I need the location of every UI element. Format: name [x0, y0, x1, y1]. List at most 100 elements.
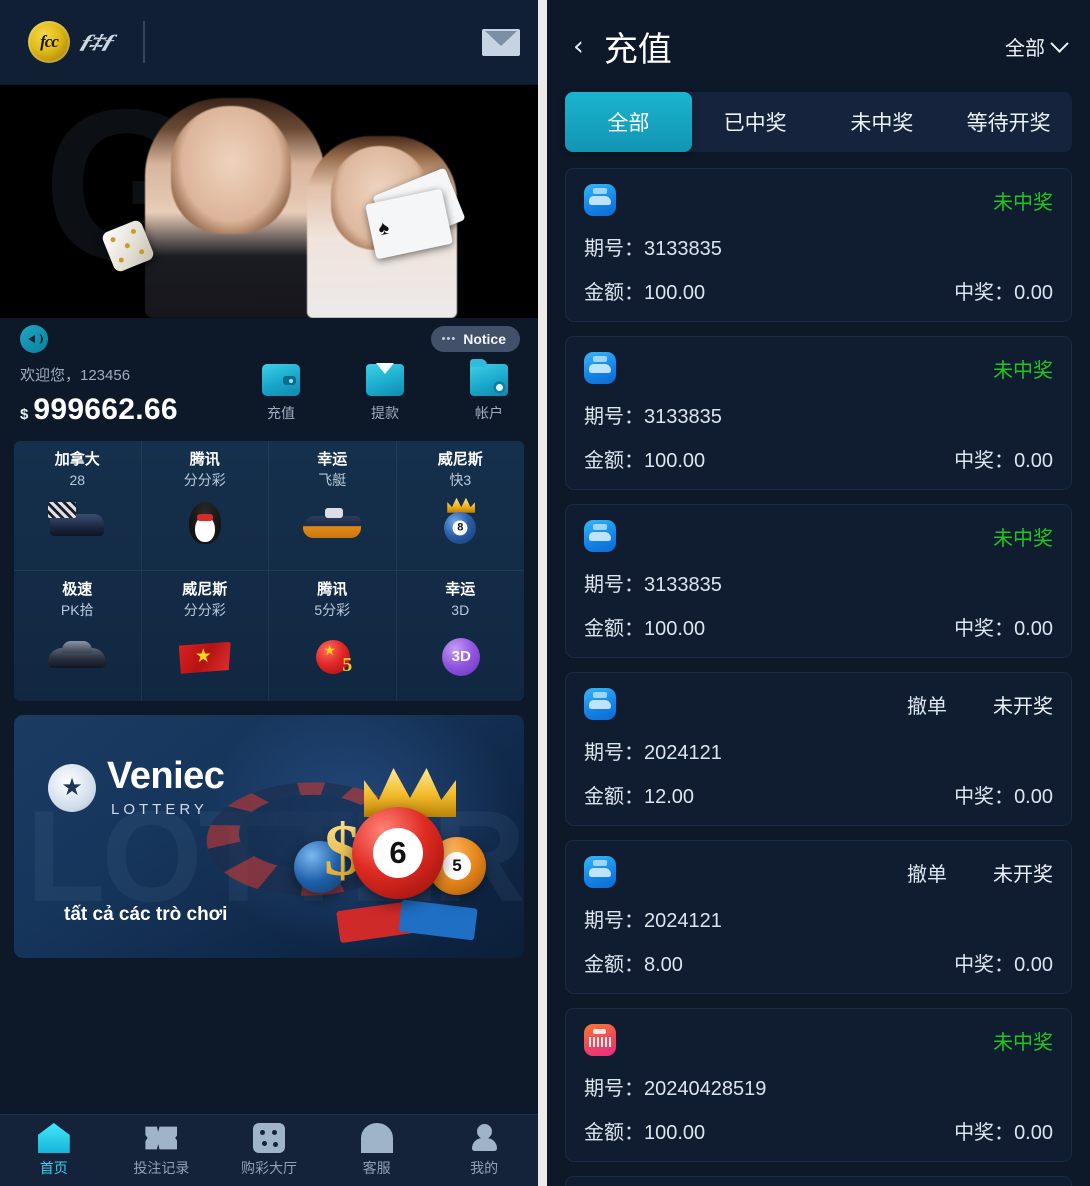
- status-badge: 未中奖: [993, 191, 1053, 214]
- tab-all[interactable]: 全部: [565, 92, 692, 152]
- nav-label: 首页: [39, 1160, 68, 1176]
- app-header: ƒ‡ƒ: [0, 0, 538, 85]
- win-label: 中奖：: [954, 954, 1015, 976]
- ticket-icon: [145, 1126, 178, 1150]
- win-text: 中奖：0.00: [954, 612, 1053, 641]
- nav-item-bet-records[interactable]: 投注记录: [108, 1123, 216, 1178]
- nav-label: 客服: [362, 1160, 391, 1176]
- coin-logo-icon: [28, 21, 70, 63]
- hero-model-left: [145, 98, 325, 318]
- bet-record-row[interactable]: 撤单 未开奖 期号：2024121 金额：12.00 中奖：0.00: [565, 672, 1072, 826]
- bottom-navigation: 首页 投注记录 购彩大厅 客服 我的: [0, 1114, 538, 1186]
- panel-divider: [538, 0, 547, 1186]
- win-label: 中奖：: [954, 618, 1015, 640]
- period-text: 期号：3133835: [584, 568, 1053, 597]
- game-tile-venice-ffc[interactable]: 威尼斯 分分彩: [142, 571, 269, 701]
- quick-action-label: 提款: [371, 405, 399, 421]
- nav-item-home[interactable]: 首页: [0, 1123, 108, 1178]
- amount-text: 金额：100.00: [584, 1116, 705, 1145]
- status-badge: 未中奖: [993, 1031, 1053, 1054]
- nav-item-mine[interactable]: 我的: [430, 1123, 538, 1178]
- win-text: 中奖：0.00: [954, 780, 1053, 809]
- notice-button[interactable]: ••• Notice: [430, 326, 520, 352]
- game-subtitle: 快3: [449, 471, 472, 488]
- period-label: 期号：: [584, 910, 644, 932]
- amount-text: 金额：8.00: [584, 948, 683, 977]
- playing-cards-icon: [365, 167, 466, 260]
- bet-record-row[interactable]: 撤单 未开奖 期号：2024121 金额：8.00 中奖：0.00: [565, 840, 1072, 994]
- win-text: 中奖：0.00: [954, 1116, 1053, 1145]
- tab-lost[interactable]: 未中奖: [819, 92, 946, 152]
- game-tile-canada28[interactable]: 加拿大 28: [14, 441, 142, 571]
- bet-records-list: 未中奖 期号：3133835 金额：100.00 中奖：0.00 未中奖 期号：…: [547, 152, 1090, 1186]
- win-value: 0.00: [1014, 1122, 1053, 1144]
- tab-pending[interactable]: 等待开奖: [945, 92, 1072, 152]
- notice-label: Notice: [463, 331, 506, 347]
- game-tile-venice-k3[interactable]: 威尼斯 快3: [396, 441, 524, 571]
- welcome-text: 欢迎您，123456: [20, 367, 131, 384]
- quick-action-account[interactable]: 帐户: [458, 359, 520, 423]
- amount-value: 8.00: [644, 954, 683, 976]
- notice-dots-icon: •••: [441, 332, 457, 345]
- game-tile-tencent-5fc[interactable]: 腾讯 5分彩: [269, 571, 397, 701]
- nav-item-support[interactable]: 客服: [323, 1123, 431, 1178]
- win-value: 0.00: [1014, 618, 1053, 640]
- notice-row: ••• Notice: [0, 318, 538, 360]
- period-value: 3133835: [644, 238, 722, 260]
- balance-block: 欢迎您，123456 $ 999662.66 充值 提款 帐户: [0, 359, 538, 441]
- period-value: 2024121: [644, 910, 722, 932]
- amount-text: 金额：100.00: [584, 276, 705, 305]
- vietnam-flag-icon: [172, 626, 238, 682]
- game-subtitle: 5分彩: [314, 601, 351, 618]
- win-label: 中奖：: [954, 450, 1015, 472]
- status-badge: 未开奖: [993, 695, 1053, 718]
- status-tabs: 全部 已中奖 未中奖 等待开奖: [565, 92, 1072, 152]
- red-ball-icon: [352, 807, 444, 899]
- cancel-order-button[interactable]: 撤单: [907, 690, 947, 719]
- bet-record-row[interactable]: 已中奖 198.00: [565, 1176, 1072, 1186]
- back-chevron-icon[interactable]: ‹: [567, 33, 590, 60]
- currency-symbol: $: [20, 406, 29, 423]
- balance-amount: 999662.66: [33, 393, 178, 426]
- game-tile-tencent-ffc[interactable]: 腾讯 分分彩: [141, 441, 269, 571]
- bet-record-row[interactable]: 未中奖 期号：20240428519 金额：100.00 中奖：0.00: [565, 1008, 1072, 1162]
- game-tile-speed-pk10[interactable]: 极速 PK拾: [14, 571, 142, 701]
- page-title: 充值: [603, 30, 672, 69]
- hero-image: G: [25, 85, 516, 318]
- brand-logo[interactable]: ƒ‡ƒ: [28, 21, 117, 63]
- bet-record-row[interactable]: 未中奖 期号：3133835 金额：100.00 中奖：0.00: [565, 504, 1072, 658]
- veniec-logo-icon: [48, 763, 96, 812]
- amount-value: 100.00: [644, 618, 706, 640]
- crowned-8-ball-icon: [427, 496, 493, 552]
- period-text: 期号：2024121: [584, 904, 1053, 933]
- brand-wordmark: ƒ‡ƒ: [76, 30, 117, 53]
- filter-dropdown[interactable]: 全部: [1005, 32, 1069, 61]
- period-text: 期号：3133835: [584, 232, 1053, 261]
- sports-car-icon: [44, 626, 110, 682]
- speedboat-game-icon: [584, 688, 616, 720]
- period-text: 期号：2024121: [584, 736, 1053, 765]
- bet-record-row[interactable]: 未中奖 期号：3133835 金额：100.00 中奖：0.00: [565, 336, 1072, 490]
- period-label: 期号：: [584, 406, 644, 428]
- promo-banner[interactable]: LOTTER Veniec LOTTERY tất cả các trò chơ…: [14, 715, 524, 958]
- speaker-icon[interactable]: [20, 325, 48, 353]
- game-subtitle: PK拾: [60, 601, 94, 618]
- home-panel: ƒ‡ƒ G ••• N: [0, 0, 538, 1186]
- speedboat-game-icon: [584, 520, 616, 552]
- amount-label: 金额：: [584, 618, 644, 640]
- bet-record-row[interactable]: 未中奖 期号：3133835 金额：100.00 中奖：0.00: [565, 168, 1072, 322]
- hero-banner[interactable]: G: [0, 85, 538, 318]
- amount-value: 100.00: [644, 1122, 706, 1144]
- wallet-icon: [262, 364, 300, 396]
- tab-won[interactable]: 已中奖: [692, 92, 819, 152]
- game-subtitle: 3D: [451, 601, 470, 618]
- nav-item-lottery-hall[interactable]: 购彩大厅: [215, 1123, 323, 1178]
- game-tile-lucky-airship[interactable]: 幸运 飞艇: [269, 441, 397, 571]
- win-value: 0.00: [1014, 954, 1053, 976]
- cancel-order-button[interactable]: 撤单: [907, 858, 947, 887]
- quick-action-deposit[interactable]: 充值: [250, 364, 312, 423]
- quick-action-withdraw[interactable]: 提款: [354, 364, 416, 423]
- game-tile-lucky-3d[interactable]: 幸运 3D: [397, 571, 525, 701]
- quick-actions: 充值 提款 帐户: [250, 359, 520, 427]
- mail-icon[interactable]: [482, 28, 520, 56]
